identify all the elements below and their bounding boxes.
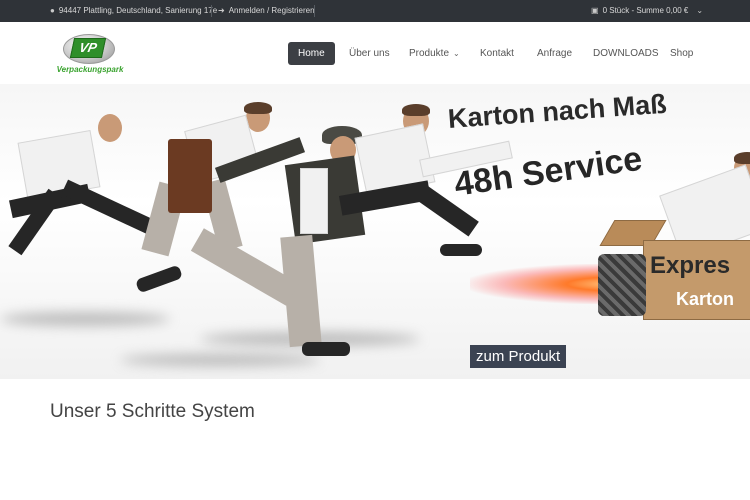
box-label-line1: Expres [650,252,731,279]
site-header: VP Verpackungspark Home Über uns Produkt… [0,22,750,84]
section-title: Unser 5 Schritte System [50,401,255,422]
address: ● 94447 Plattling, Deutschland, Sanierun… [50,0,217,22]
nav-produkte[interactable]: Produkte ⌄ [409,42,460,65]
logo-mark: VP [69,38,107,58]
nav-anfrage[interactable]: Anfrage [537,42,572,65]
cart-summary[interactable]: ▣ 0 Stück - Summe 0,00 € ⌄ [591,0,703,22]
topbar-divider [211,5,212,17]
top-bar: ● 94447 Plattling, Deutschland, Sanierun… [0,0,750,22]
nav-produkte-label[interactable]: Produkte [409,48,449,59]
hero-banner[interactable]: Karton nach Maß 48h Service Expres Karto… [0,84,750,379]
box-label-line2: Karton [676,289,734,309]
logo-text: Verpackungspark [56,65,124,74]
nav-shop[interactable]: Shop [670,42,693,65]
nav-ueber-uns[interactable]: Über uns [349,42,390,65]
cart-text[interactable]: 0 Stück - Summe 0,00 € [603,0,689,22]
nav-downloads[interactable]: DOWNLOADS [593,42,659,65]
login-text[interactable]: Anmelden / Registrieren [229,0,315,22]
chevron-down-icon: ⌄ [696,6,704,15]
hero-headline: Karton nach Maß [447,88,668,134]
sign-in-icon: ➜ [218,6,225,15]
chevron-down-icon: ⌄ [453,49,460,58]
shadow [120,354,320,366]
login-link[interactable]: ➜ Anmelden / Registrieren [218,0,315,22]
shopping-bag-icon: ▣ [591,6,599,15]
nav-home[interactable]: Home [288,42,335,65]
nav-kontakt[interactable]: Kontakt [480,42,514,65]
address-text: 94447 Plattling, Deutschland, Sanierung … [58,6,218,15]
map-marker-icon: ● [50,6,55,15]
shadow [0,312,170,326]
cta-product-button[interactable]: zum Produkt [470,345,567,368]
topbar-divider [314,5,315,17]
site-logo[interactable]: VP Verpackungspark [50,32,130,78]
rocket-engine [598,254,646,316]
